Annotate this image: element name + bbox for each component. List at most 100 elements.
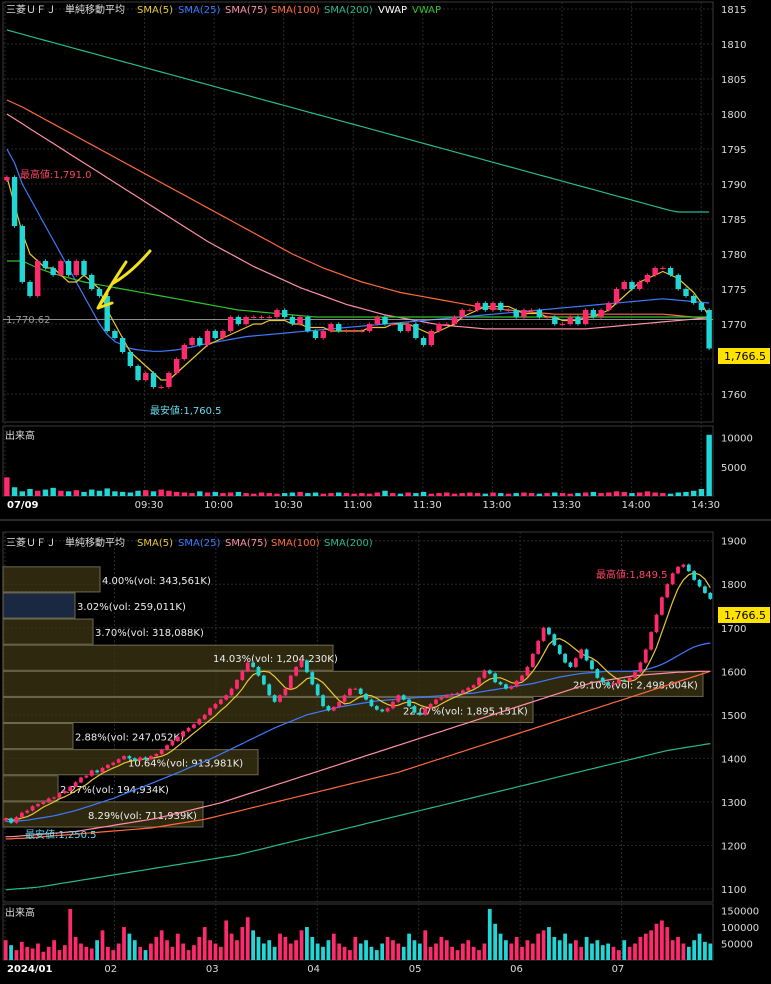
candle-body bbox=[622, 680, 627, 681]
intraday-indicator-group: 単純移動平均 bbox=[65, 3, 125, 16]
volume-bar bbox=[41, 951, 46, 960]
candle-body bbox=[665, 584, 670, 598]
volume-bar bbox=[423, 930, 428, 960]
volume-bar bbox=[272, 946, 277, 960]
candle-body bbox=[52, 797, 56, 799]
volume-tick-label: 5000 bbox=[721, 463, 746, 474]
volume-bar bbox=[81, 491, 87, 496]
volume-bar bbox=[320, 493, 326, 496]
volume-bar bbox=[559, 493, 566, 496]
volume-bar bbox=[697, 933, 702, 960]
intraday-low-label: 最安値:1,760.5 bbox=[150, 404, 222, 417]
volume-bar bbox=[509, 943, 514, 960]
volume-bar bbox=[96, 490, 103, 496]
volume-bar bbox=[467, 492, 473, 496]
x-tick-label: 03 bbox=[206, 964, 219, 975]
volume-bar bbox=[281, 493, 288, 496]
candle-body bbox=[170, 740, 175, 746]
daily-legend-sma25[interactable]: SMA(25) bbox=[178, 538, 220, 549]
volume-bar bbox=[331, 933, 336, 960]
x-tick-label: 04 bbox=[307, 964, 320, 975]
volume-bar bbox=[544, 493, 550, 496]
volume-bar bbox=[111, 950, 116, 960]
intraday-legend-sma25[interactable]: SMA(25) bbox=[178, 5, 220, 16]
volume-bar bbox=[9, 945, 13, 960]
candle-body bbox=[606, 682, 610, 686]
volume-bar bbox=[482, 493, 489, 496]
volume-bar bbox=[343, 493, 350, 496]
intraday-title: 三菱ＵＦＪ bbox=[6, 4, 56, 16]
volume-bar bbox=[676, 936, 680, 960]
volume-profile-label: 29.10%(vol: 2,498,604K) bbox=[573, 680, 698, 691]
candle-body bbox=[220, 331, 226, 338]
volume-bar bbox=[197, 491, 203, 496]
y-tick-label: 1810 bbox=[721, 40, 746, 51]
candle-body bbox=[582, 310, 589, 324]
candle-body bbox=[391, 701, 395, 709]
volume-bar bbox=[143, 490, 149, 496]
volume-bar bbox=[158, 489, 164, 496]
volume-bar bbox=[621, 491, 627, 496]
candle-body bbox=[65, 261, 72, 275]
candle-body bbox=[667, 268, 674, 275]
candle-body bbox=[189, 338, 195, 345]
candle-body bbox=[138, 757, 143, 761]
y-tick-label: 1760 bbox=[721, 390, 746, 401]
volume-bar bbox=[675, 492, 681, 496]
candle-body bbox=[563, 653, 567, 663]
intraday-legend-sma100[interactable]: SMA(100) bbox=[271, 5, 320, 16]
candle-body bbox=[81, 261, 87, 275]
volume-bar bbox=[189, 493, 195, 496]
candle-body bbox=[235, 317, 242, 324]
candle-body bbox=[552, 317, 558, 324]
volume-bar bbox=[213, 943, 218, 960]
candle-body bbox=[154, 754, 159, 757]
intraday-legend-sma5[interactable]: SMA(5) bbox=[137, 5, 173, 16]
volume-bar bbox=[116, 943, 121, 960]
y-tick-label: 1800 bbox=[721, 110, 746, 121]
volume-bar bbox=[19, 491, 25, 496]
candle-body bbox=[143, 373, 149, 380]
candle-body bbox=[261, 675, 266, 685]
volume-bar bbox=[312, 492, 319, 496]
candle-body bbox=[498, 303, 504, 310]
candle-body bbox=[633, 672, 637, 678]
intraday-legend-vwap-green[interactable]: VWAP bbox=[412, 5, 441, 16]
volume-bar bbox=[374, 950, 379, 960]
daily-legend-sma100[interactable]: SMA(100) bbox=[271, 538, 320, 549]
candle-body bbox=[649, 632, 654, 650]
candle-body bbox=[104, 296, 110, 331]
candle-body bbox=[245, 662, 250, 672]
intraday-legend-sma75[interactable]: SMA(75) bbox=[225, 5, 267, 16]
daily-legend-sma75[interactable]: SMA(75) bbox=[225, 538, 267, 549]
volume-bar bbox=[528, 493, 535, 496]
volume-bar bbox=[278, 933, 282, 960]
x-tick-label: 07 bbox=[612, 964, 625, 975]
volume-bar bbox=[166, 490, 172, 496]
daily-legend-sma200[interactable]: SMA(200) bbox=[324, 538, 373, 549]
candle-body bbox=[541, 627, 546, 641]
candle-body bbox=[181, 345, 188, 359]
candle-body bbox=[122, 756, 126, 760]
volume-bar bbox=[698, 489, 705, 496]
volume-bar bbox=[348, 950, 352, 960]
volume-bar bbox=[315, 943, 320, 960]
x-tick-label: 11:00 bbox=[343, 500, 372, 511]
volume-bar bbox=[50, 487, 56, 496]
candle-body bbox=[528, 310, 535, 311]
candle-body bbox=[498, 682, 503, 685]
candle-body bbox=[590, 660, 594, 670]
intraday-legend-sma200[interactable]: SMA(200) bbox=[324, 5, 373, 16]
daily-legend-sma5[interactable]: SMA(5) bbox=[137, 538, 173, 549]
volume-bar bbox=[654, 923, 659, 960]
volume-bar bbox=[283, 936, 288, 960]
candle-body bbox=[294, 666, 299, 676]
volume-bar bbox=[11, 487, 18, 496]
y-tick-label: 1780 bbox=[721, 250, 746, 261]
candle-body bbox=[358, 688, 363, 694]
candle-body bbox=[150, 373, 157, 387]
candle-body bbox=[466, 687, 471, 691]
candle-body bbox=[559, 324, 566, 325]
candle-body bbox=[278, 695, 282, 702]
intraday-legend-vwap-white[interactable]: VWAP bbox=[378, 5, 407, 16]
